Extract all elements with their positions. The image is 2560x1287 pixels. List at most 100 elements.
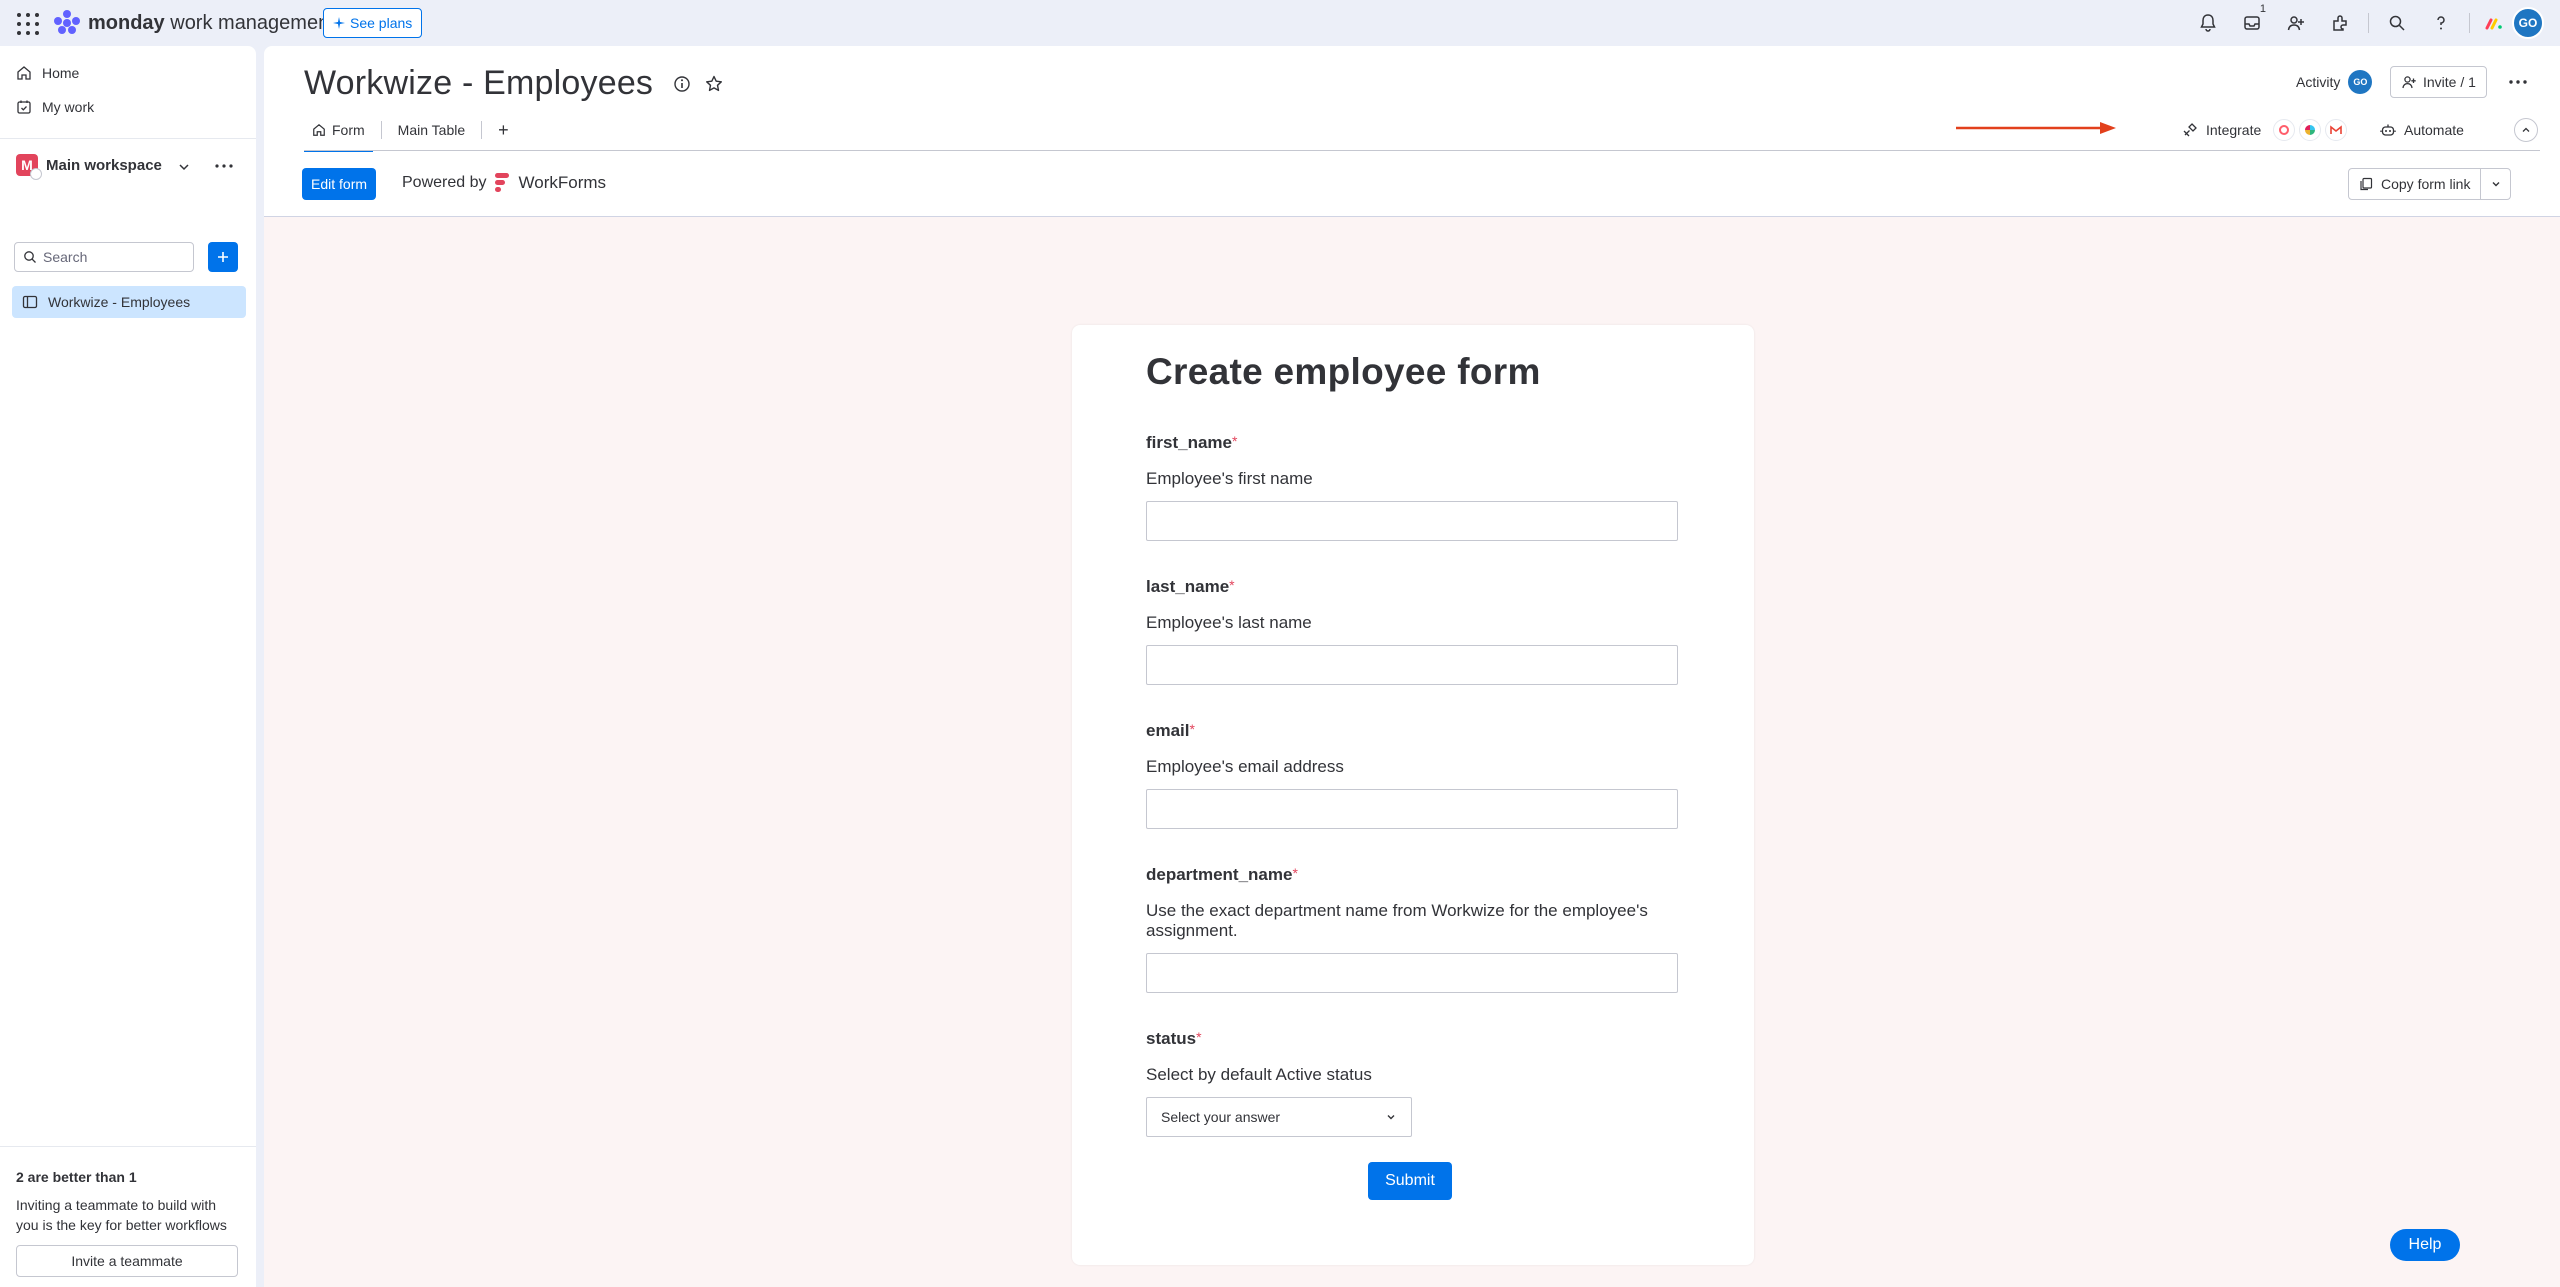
submit-button[interactable]: Submit xyxy=(1368,1162,1452,1200)
invite-button[interactable]: Invite / 1 xyxy=(2390,66,2487,98)
required-marker: * xyxy=(1292,865,1298,881)
invite-promo: 2 are better than 1 Inviting a teammate … xyxy=(0,1146,256,1277)
left-sidebar: Home My work M Main workspace Workwize -… xyxy=(0,46,256,1287)
tab-main-table[interactable]: Main Table xyxy=(390,110,473,150)
chevron-up-icon xyxy=(2522,127,2530,132)
chevron-down-icon[interactable] xyxy=(176,159,192,175)
first-name-input[interactable] xyxy=(1146,501,1678,541)
invite-members-icon[interactable] xyxy=(2274,7,2318,39)
copy-form-link-dropdown[interactable] xyxy=(2480,169,2510,199)
question-description-status: Select by default Active status xyxy=(1146,1065,1372,1084)
edit-form-button[interactable]: Edit form xyxy=(302,168,377,200)
integrate-plug-icon xyxy=(2183,123,2197,137)
question-description-first-name: Employee's first name xyxy=(1146,469,1313,488)
board-icon xyxy=(22,295,38,309)
integration-logos xyxy=(2273,119,2348,141)
activity-button[interactable]: Activity GO xyxy=(2296,70,2373,94)
board-more-icon[interactable] xyxy=(2504,68,2532,96)
question-label-last-name: last_name* xyxy=(1146,577,1235,596)
sidebar-item-home[interactable]: Home xyxy=(16,58,79,88)
collapse-header-button[interactable] xyxy=(2514,118,2538,142)
help-icon[interactable] xyxy=(2419,7,2463,39)
top-bar-divider xyxy=(2368,13,2369,33)
form-preview-area: Create employee form first_name* Employe… xyxy=(264,217,2560,1287)
add-view-button[interactable]: + xyxy=(490,120,517,141)
home-icon xyxy=(313,123,325,136)
question-label-email: email* xyxy=(1146,721,1195,740)
gmail-icon xyxy=(2325,119,2348,141)
apps-marketplace-icon[interactable] xyxy=(2318,7,2362,39)
copy-form-link-main[interactable]: Copy form link xyxy=(2349,169,2480,199)
workforms-logo-icon xyxy=(494,172,511,194)
status-select[interactable]: Select your answer xyxy=(1146,1097,1412,1137)
email-input[interactable] xyxy=(1146,789,1678,829)
integrate-button[interactable]: Integrate xyxy=(2182,118,2348,142)
invite-person-icon xyxy=(2402,76,2416,89)
notifications-bell-icon[interactable] xyxy=(2186,7,2230,39)
form-title: Create employee form xyxy=(1146,351,1541,392)
integration-logo-icon xyxy=(2299,119,2322,141)
home-badge-icon xyxy=(30,168,42,180)
sidebar-item-board[interactable]: Workwize - Employees xyxy=(12,286,246,318)
workspace-selector[interactable]: M Main workspace xyxy=(16,154,162,180)
copy-icon xyxy=(2360,177,2373,191)
promo-text: Inviting a teammate to build with you is… xyxy=(16,1197,227,1233)
question-label-status: status* xyxy=(1146,1029,1202,1048)
brand-name: monday work management xyxy=(88,11,335,34)
main-panel: Workwize - Employees Activity GO Invite … xyxy=(264,46,2560,1287)
activity-avatar: GO xyxy=(2348,70,2373,94)
tab-divider xyxy=(481,121,483,139)
star-icon[interactable] xyxy=(704,74,724,94)
required-marker: * xyxy=(1231,433,1238,449)
question-label-department-name: department_name* xyxy=(1146,865,1298,884)
top-icons: 1 GO xyxy=(2186,3,2544,39)
calendar-check-icon xyxy=(17,100,31,114)
question-description-last-name: Employee's last name xyxy=(1146,613,1312,632)
monday-logo[interactable]: monday work management xyxy=(54,10,335,36)
board-tabs: Form Main Table + xyxy=(304,110,517,152)
chevron-down-icon xyxy=(2492,182,2500,187)
question-label-first-name: first_name* xyxy=(1146,433,1238,452)
inbox-icon[interactable]: 1 xyxy=(2230,3,2274,39)
workspace-badge: M xyxy=(16,154,42,180)
chevron-down-icon xyxy=(1387,1115,1395,1120)
see-plans-button[interactable]: See plans xyxy=(323,8,423,38)
sidebar-search xyxy=(14,242,194,272)
last-name-input[interactable] xyxy=(1146,645,1678,685)
board-title[interactable]: Workwize - Employees xyxy=(304,64,653,103)
copy-form-link-button[interactable]: Copy form link xyxy=(2348,168,2512,200)
powered-by-workforms: Powered by WorkForms xyxy=(402,172,607,194)
sparkle-icon xyxy=(333,17,345,29)
question-description-department-name: Use the exact department name from Workw… xyxy=(1146,901,1648,940)
add-item-button[interactable] xyxy=(208,242,238,272)
tabs-underline xyxy=(304,150,2540,151)
question-description-email: Employee's email address xyxy=(1146,757,1344,776)
integration-logo-icon xyxy=(2273,119,2296,141)
workspace-more-icon[interactable] xyxy=(212,154,236,178)
required-marker: * xyxy=(1189,721,1195,737)
apps-grid-icon[interactable] xyxy=(16,12,39,35)
tab-divider xyxy=(380,121,382,139)
home-icon xyxy=(17,66,31,80)
sidebar-item-my-work[interactable]: My work xyxy=(16,92,94,122)
red-arrow-annotation xyxy=(1956,122,2116,134)
form-card: Create employee form first_name* Employe… xyxy=(1072,325,1754,1265)
inbox-count-badge: 1 xyxy=(2259,3,2266,15)
promo-title: 2 are better than 1 xyxy=(16,1169,137,1185)
tab-form[interactable]: Form xyxy=(304,110,373,152)
search-icon xyxy=(24,251,36,263)
department-name-input[interactable] xyxy=(1146,953,1678,993)
user-avatar[interactable]: GO xyxy=(2512,7,2544,39)
plus-icon xyxy=(218,252,228,262)
help-button[interactable]: Help xyxy=(2390,1229,2460,1261)
required-marker: * xyxy=(1196,1029,1202,1045)
monday-logo-icon xyxy=(54,10,80,36)
invite-teammate-button[interactable]: Invite a teammate xyxy=(16,1245,238,1277)
top-bar: monday work management See plans 1 GO xyxy=(0,0,2560,46)
sidebar-divider xyxy=(0,138,256,139)
automate-button[interactable]: Automate xyxy=(2380,118,2464,142)
info-icon[interactable] xyxy=(672,74,692,94)
monday-products-icon[interactable] xyxy=(2476,7,2512,39)
search-icon[interactable] xyxy=(2375,7,2419,39)
sidebar-search-input[interactable] xyxy=(43,249,183,265)
